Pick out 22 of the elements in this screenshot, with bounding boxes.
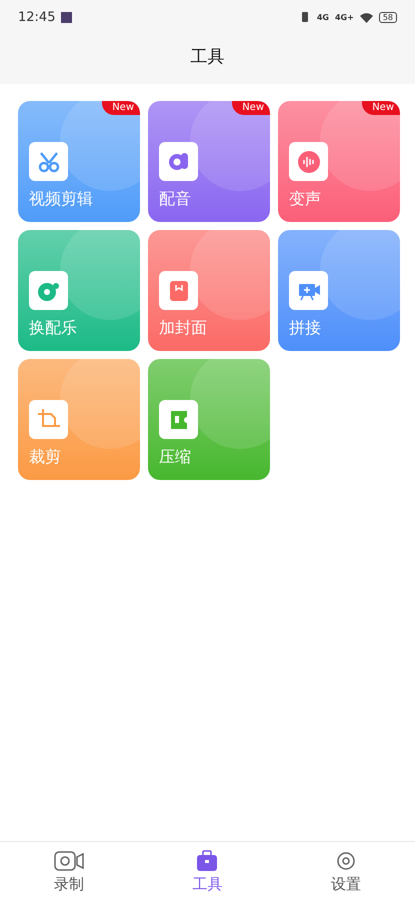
- battery-level: 58: [378, 12, 397, 22]
- tool-card[interactable]: 拼接: [278, 230, 400, 351]
- tool-card[interactable]: New 视频剪辑: [18, 101, 140, 222]
- tab-item[interactable]: 录制: [0, 842, 138, 900]
- tool-card[interactable]: New 变声: [278, 101, 400, 222]
- tool-card[interactable]: 压缩: [148, 359, 270, 480]
- network-label: 4G: [316, 12, 329, 22]
- network-label: 4G+: [334, 12, 354, 22]
- wifi-icon: [360, 12, 373, 22]
- tab-item[interactable]: 工具: [138, 842, 277, 900]
- tool-icon: [296, 148, 322, 174]
- tab-item[interactable]: 设置: [276, 842, 415, 900]
- page-title: 工具: [190, 46, 226, 68]
- tool-card[interactable]: 换配乐: [18, 230, 140, 351]
- tool-card[interactable]: New 配音: [148, 101, 270, 222]
- camera-icon: [53, 848, 86, 872]
- app-notification-icon: [61, 12, 72, 22]
- new-badge: New: [102, 101, 140, 115]
- new-badge: New: [232, 101, 270, 115]
- status-time: 12:45: [18, 10, 56, 24]
- tool-card[interactable]: 加封面: [148, 230, 270, 351]
- new-badge: New: [362, 101, 400, 115]
